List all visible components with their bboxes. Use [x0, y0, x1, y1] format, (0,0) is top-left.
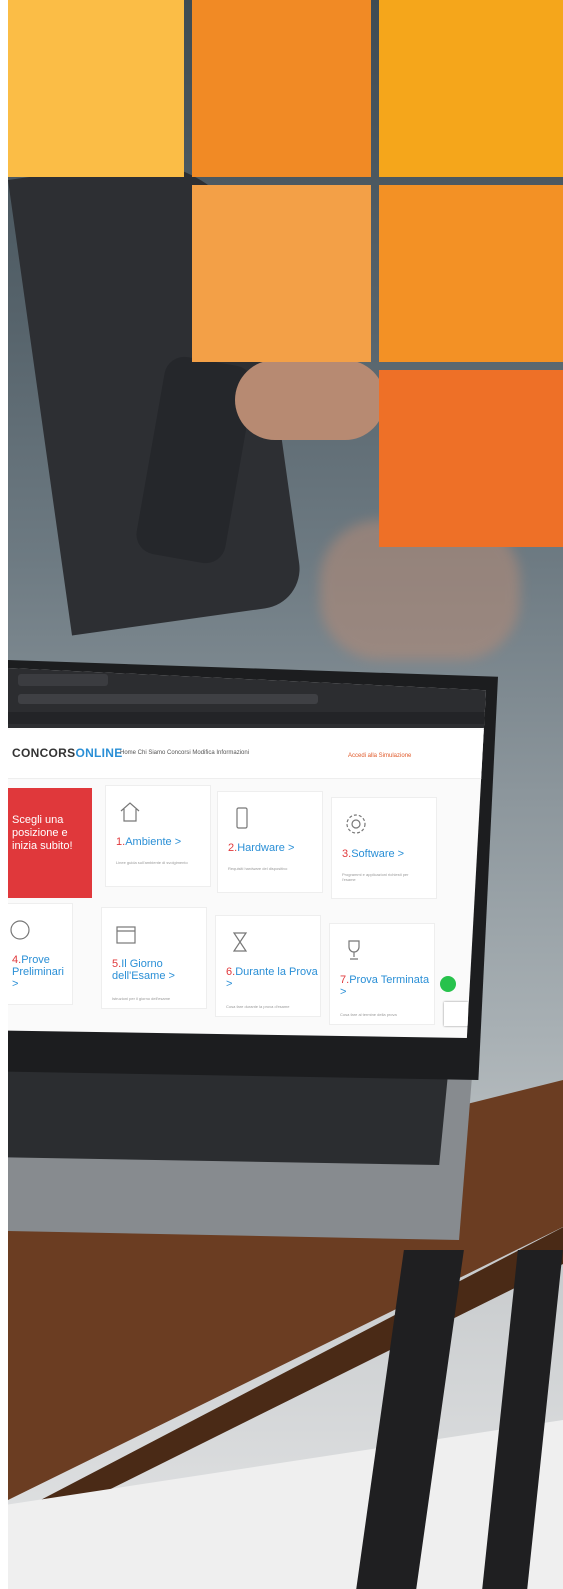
- card-number: 3.: [342, 848, 352, 860]
- card-durante-prova: 6.Durante la Prova > Cosa fare durante l…: [216, 916, 320, 1016]
- card-number: 2.: [228, 842, 238, 854]
- card-description: Requisiti hardware del dispositivo: [228, 866, 288, 871]
- card-arrow: >: [226, 978, 233, 990]
- recaptcha-icon: [444, 1002, 468, 1026]
- card-description: Programmi e applicazioni richiesti per l…: [342, 872, 409, 882]
- card-description: Istruzioni per il giorno dell'esame: [112, 996, 171, 1001]
- calendar-icon: [116, 926, 136, 944]
- card-description: Linee guida sull'ambiente di svolgimento: [116, 860, 188, 865]
- card-arrow: >: [168, 970, 175, 982]
- card-arrow: >: [287, 842, 295, 854]
- orange-tile: [8, 0, 184, 177]
- logo-part: ONLINE: [75, 746, 123, 760]
- card-title: Il Giorno dell'Esame: [112, 958, 166, 982]
- card-arrow: >: [340, 986, 347, 998]
- card-hardware: 2.Hardware > Requisiti hardware del disp…: [218, 792, 322, 892]
- card-number: 4.: [12, 954, 22, 966]
- laptop-screen: CONCORSONLINE Home Chi Siamo Concorsi Mo…: [8, 668, 486, 1038]
- card-number: 7.: [340, 974, 350, 986]
- hero-photo: CONCORSONLINE Home Chi Siamo Concorsi Mo…: [0, 0, 563, 1589]
- hourglass-icon: [232, 932, 248, 952]
- browser-tab: [18, 674, 108, 686]
- card-title: Ambiente: [125, 836, 172, 848]
- clock-icon: [10, 920, 30, 940]
- card-prove-preliminari: 4.Prove Preliminari >: [8, 904, 72, 1004]
- browser-bookmarks-bar: [8, 712, 486, 724]
- white-margin: [0, 0, 8, 1589]
- orange-tile: [379, 185, 563, 362]
- smartphone-icon: [236, 807, 248, 829]
- orange-tile: [379, 0, 563, 177]
- card-title: Durante la Prova: [235, 966, 318, 978]
- orange-tile: [192, 0, 371, 177]
- browser-address-bar: [18, 694, 318, 704]
- whatsapp-icon: [440, 976, 456, 992]
- card-number: 5.: [112, 958, 122, 970]
- site-nav: Home Chi Siamo Concorsi Modifica Informa…: [120, 750, 250, 756]
- card-description: Cosa fare durante la prova d'esame: [226, 1004, 290, 1009]
- logo-part: CONCORS: [12, 746, 76, 760]
- card-arrow: >: [174, 836, 182, 848]
- card-arrow: >: [12, 978, 19, 990]
- card-description: Cosa fare al termine della prova: [340, 1012, 397, 1017]
- card-software: 3.Software > Programmi e applicazioni ri…: [332, 798, 436, 898]
- card-ambiente: 1.Ambiente > Linee guida sull'ambiente d…: [106, 786, 210, 886]
- orange-tile: [192, 185, 371, 362]
- card-arrow: >: [397, 848, 405, 860]
- trophy-icon: [348, 940, 360, 960]
- gear-icon: [346, 814, 366, 834]
- intro-panel: Scegli una posizione e inizia subito!: [8, 788, 92, 898]
- laptop-keyboard: [8, 1070, 448, 1165]
- orange-tile: [379, 370, 563, 547]
- site-logo: CONCORSONLINE: [12, 746, 123, 760]
- card-number: 1.: [116, 836, 126, 848]
- site-cta: Accedi alla Simulazione: [348, 753, 412, 759]
- card-number: 6.: [226, 966, 236, 978]
- card-title: Prova Terminata: [349, 974, 430, 986]
- card-title: Hardware: [237, 842, 285, 854]
- house-icon: [120, 802, 140, 822]
- card-giorno-esame: 5.Il Giorno dell'Esame > Istruzioni per …: [102, 908, 206, 1008]
- person-hand: [235, 360, 385, 440]
- card-prova-terminata: 7.Prova Terminata > Cosa fare al termine…: [330, 924, 434, 1024]
- card-title: Software: [351, 848, 395, 860]
